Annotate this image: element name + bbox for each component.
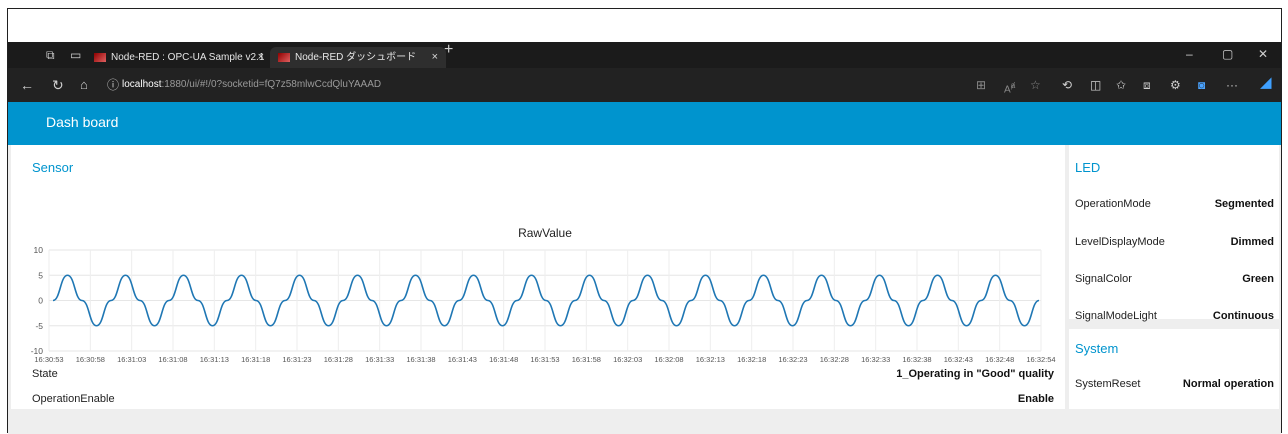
x-tick-label: 16:32:43 <box>944 355 973 364</box>
close-tab-icon[interactable]: × <box>432 47 438 68</box>
screenshot-frame: ⧉ ▭ Node-RED : OPC-UA Sample v2.1 × Node… <box>7 8 1282 434</box>
x-tick-label: 16:32:28 <box>820 355 849 364</box>
x-tick-label: 16:32:33 <box>861 355 890 364</box>
x-tick-label: 16:31:43 <box>448 355 477 364</box>
level-display-mode-value: Dimmed <box>1230 236 1274 248</box>
copilot-icon[interactable]: ◙ <box>1198 78 1205 92</box>
system-card: System SystemReset Normal operation <box>1069 329 1279 409</box>
system-title: System <box>1075 341 1119 356</box>
x-tick-label: 16:31:48 <box>489 355 518 364</box>
x-tick-label: 16:31:18 <box>241 355 270 364</box>
node-red-logo-icon <box>278 52 290 62</box>
x-tick-label: 16:31:08 <box>158 355 187 364</box>
minimize-button[interactable]: – <box>1186 47 1193 61</box>
x-tick-label: 16:31:33 <box>365 355 394 364</box>
system-reset-value: Normal operation <box>1182 378 1274 390</box>
dashboard-title: Dash board <box>46 114 119 130</box>
x-tick-label: 16:30:53 <box>34 355 63 364</box>
info-icon[interactable]: ⓘ <box>107 78 119 92</box>
level-display-mode-label: LevelDisplayMode <box>1075 236 1165 248</box>
led-title: LED <box>1075 160 1101 175</box>
split-screen-icon[interactable]: ◫ <box>1090 78 1101 92</box>
url-path: :1880/ui/#!/0?socketid=fQ7z58mlwCcdQluYA… <box>161 79 382 90</box>
signal-color-label: SignalColor <box>1075 273 1132 285</box>
x-tick-label: 16:32:03 <box>613 355 642 364</box>
operation-mode-label: OperationMode <box>1075 198 1151 210</box>
refresh-icon[interactable]: ↻ <box>52 78 64 92</box>
browser-address-bar: ← ↻ ⌂ ⓘ localhost:1880/ui/#!/0?socketid=… <box>8 68 1281 102</box>
dashboard-content: Sensor RawValue 10 5 0 -5 -10 16:30:53 16:30:58… <box>8 145 1281 434</box>
x-tick-label: 16:31:38 <box>406 355 435 364</box>
x-tick-label: 16:32:54 <box>1026 355 1055 364</box>
close-tab-icon[interactable]: × <box>258 47 264 68</box>
more-icon[interactable]: ··· <box>1226 78 1238 92</box>
x-tick-label: 16:32:48 <box>985 355 1014 364</box>
x-tick-label: 16:31:53 <box>530 355 559 364</box>
x-tick-label: 16:31:28 <box>324 355 353 364</box>
back-icon[interactable]: ← <box>20 78 34 92</box>
tab-label: Node-RED : OPC-UA Sample v2.1 <box>111 52 265 63</box>
operation-enable-value: Enable <box>1017 393 1054 405</box>
collections-icon[interactable]: ⧈ <box>1143 78 1151 92</box>
app-available-icon[interactable]: ⊞ <box>976 78 986 92</box>
favorite-icon[interactable]: ☆ <box>1030 78 1041 92</box>
x-tick-label: 16:31:03 <box>117 355 146 364</box>
favorites-icon[interactable]: ✩ <box>1116 78 1126 92</box>
x-tick-label: 16:31:23 <box>282 355 311 364</box>
x-tick-label: 16:32:18 <box>737 355 766 364</box>
y-tick-label: 0 <box>38 296 43 306</box>
operation-mode-value: Segmented <box>1214 198 1274 210</box>
chart-title: RawValue <box>518 226 572 240</box>
home-icon[interactable]: ⌂ <box>80 78 88 92</box>
x-tick-label: 16:31:13 <box>200 355 229 364</box>
signal-mode-light-value: Continuous <box>1212 310 1274 322</box>
tab-actions-icon[interactable]: ⧉ <box>46 48 55 62</box>
sensor-title: Sensor <box>32 160 74 175</box>
extensions-icon[interactable]: ⚙ <box>1170 78 1181 92</box>
y-tick-label: -5 <box>35 321 43 331</box>
system-reset-label: SystemReset <box>1075 378 1141 390</box>
browser-tab-bar: ⧉ ▭ Node-RED : OPC-UA Sample v2.1 × Node… <box>8 42 1281 68</box>
sensor-card: Sensor RawValue 10 5 0 -5 -10 16:30:53 16:30:58… <box>11 145 1065 409</box>
y-tick-label: 10 <box>34 245 44 255</box>
led-card: LED OperationMode Segmented LevelDisplay… <box>1069 145 1279 322</box>
new-tab-button[interactable]: + <box>444 42 453 58</box>
read-aloud-icon[interactable]: Aⱥ <box>1004 78 1015 97</box>
state-label: State <box>32 368 58 380</box>
x-tick-label: 16:32:38 <box>902 355 931 364</box>
signal-mode-light-label: SignalModeLight <box>1075 310 1157 322</box>
workspaces-icon[interactable]: ▭ <box>70 48 81 62</box>
url-field[interactable]: localhost:1880/ui/#!/0?socketid=fQ7z58ml… <box>122 79 381 90</box>
close-window-button[interactable]: ✕ <box>1258 47 1268 61</box>
x-tick-label: 16:32:08 <box>654 355 683 364</box>
url-host: localhost <box>122 79 162 90</box>
dashboard-header: Dash board <box>8 102 1281 145</box>
tab-node-red-editor[interactable]: Node-RED : OPC-UA Sample v2.1 × <box>86 47 272 68</box>
maximize-button[interactable]: ▢ <box>1222 47 1233 61</box>
operation-enable-label: OperationEnable <box>32 393 115 405</box>
node-red-logo-icon <box>94 52 106 62</box>
browser-essentials-icon[interactable]: ⟲ <box>1062 78 1072 92</box>
y-tick-label: 5 <box>38 270 43 280</box>
signal-color-value: Green <box>1242 273 1274 285</box>
x-tick-label: 16:30:58 <box>76 355 105 364</box>
x-tick-label: 16:32:13 <box>696 355 725 364</box>
tab-node-red-dashboard[interactable]: Node-RED ダッシュボード × <box>270 47 446 68</box>
tab-label: Node-RED ダッシュボード <box>295 52 417 63</box>
sidebar-icon[interactable]: ◢ <box>1260 75 1272 90</box>
x-tick-label: 16:31:58 <box>572 355 601 364</box>
x-tick-label: 16:32:23 <box>778 355 807 364</box>
state-value: 1_Operating in "Good" quality <box>896 368 1054 380</box>
